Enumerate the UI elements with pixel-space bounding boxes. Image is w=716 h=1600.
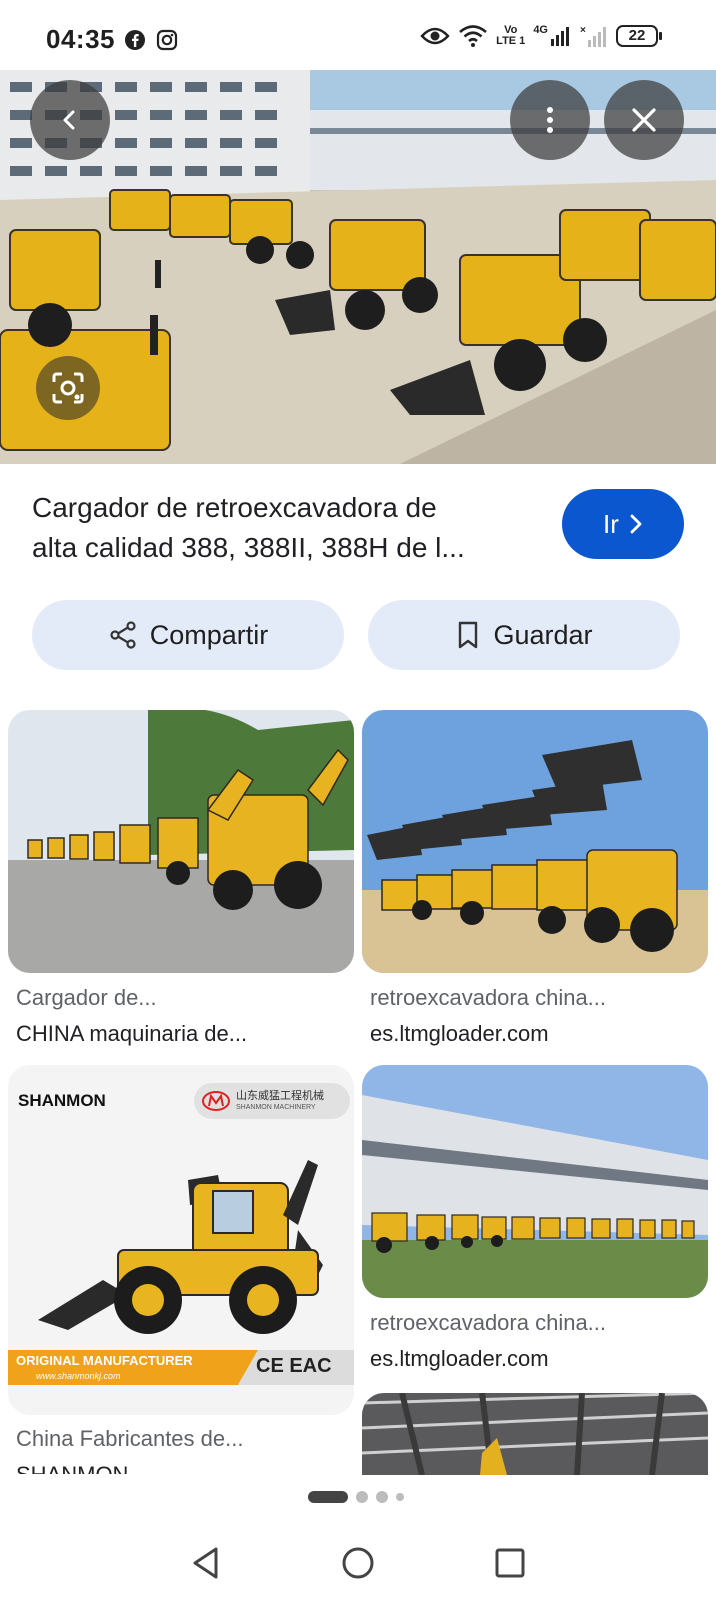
page-dot	[356, 1491, 368, 1503]
related-source-2[interactable]: es.ltmgloader.com	[370, 1021, 549, 1047]
related-title-3[interactable]: China Fabricantes de...	[16, 1426, 243, 1452]
eye-icon	[420, 27, 450, 45]
warehouse-loaders-photo	[362, 1065, 708, 1298]
nav-home-button[interactable]	[333, 1538, 383, 1588]
instagram-icon	[156, 29, 178, 51]
result-title-line2: alta calidad 388, 388II, 388H de l...	[32, 532, 465, 563]
more-options-button[interactable]	[510, 80, 590, 160]
lens-search-button[interactable]	[36, 356, 100, 420]
result-title[interactable]: Cargador de retroexcavadora de alta cali…	[32, 488, 532, 568]
close-icon	[632, 108, 656, 132]
backhoe-row-photo	[8, 710, 354, 973]
related-image-2[interactable]	[362, 710, 708, 973]
signal-2-icon: ×	[580, 25, 606, 47]
chevron-left-icon	[63, 110, 75, 130]
lte-label: LTE 1	[496, 35, 526, 47]
related-source-1[interactable]: CHINA maquinaria de...	[16, 1021, 247, 1047]
certification-marks: CE EAC	[256, 1355, 332, 1377]
more-vert-icon	[547, 107, 553, 133]
page-indicator	[308, 1491, 404, 1503]
status-bar: 04:35 Vo LTE 1 4G × 22	[0, 0, 716, 70]
google-lens-icon	[52, 372, 84, 404]
nav-recents-button[interactable]	[485, 1538, 535, 1588]
battery-indicator: 22	[616, 25, 662, 47]
nav-back-button[interactable]	[181, 1538, 231, 1588]
related-title-2[interactable]: retroexcavadora china...	[370, 985, 606, 1011]
factory-interior-photo	[362, 1393, 708, 1475]
related-source-3[interactable]: SHANMON	[16, 1462, 128, 1474]
save-button[interactable]: Guardar	[368, 600, 680, 670]
related-image-5[interactable]	[362, 1393, 708, 1475]
close-button[interactable]	[604, 80, 684, 160]
facebook-icon	[125, 30, 145, 50]
page-dot	[376, 1491, 388, 1503]
square-recents-icon	[495, 1548, 525, 1578]
triangle-back-icon	[193, 1547, 218, 1579]
circle-home-icon	[342, 1547, 374, 1579]
page-dot-active	[308, 1491, 348, 1503]
banner-text: ORIGINAL MANUFACTURER	[16, 1353, 193, 1368]
save-label: Guardar	[493, 619, 593, 650]
related-image-1[interactable]	[8, 710, 354, 973]
svg-text:×: ×	[580, 25, 586, 36]
signal-strength-icon	[551, 27, 569, 46]
wifi-icon	[459, 25, 488, 47]
page-dot	[396, 1493, 404, 1501]
share-icon	[110, 621, 136, 649]
system-indicators: Vo LTE 1 4G × 22	[420, 24, 662, 48]
loaders-raised-buckets-photo	[362, 710, 708, 973]
result-title-line1: Cargador de retroexcavadora de	[32, 492, 437, 523]
notification-icons	[124, 29, 178, 51]
chevron-right-icon	[630, 514, 642, 534]
hero-image[interactable]	[0, 70, 716, 464]
signal-1: 4G	[533, 25, 572, 47]
banner-url: www.shanmonkj.com	[36, 1371, 121, 1381]
bookmark-icon	[459, 621, 478, 649]
visit-button[interactable]: Ir	[562, 489, 684, 559]
related-title-4[interactable]: retroexcavadora china...	[370, 1310, 606, 1336]
related-image-4[interactable]	[362, 1065, 708, 1298]
related-title-1[interactable]: Cargador de...	[16, 985, 157, 1011]
volte-indicator: Vo LTE 1	[496, 25, 525, 47]
visit-button-label: Ir	[603, 508, 619, 539]
related-image-3[interactable]: SHANMON 山东威猛工程机械 SHANMON MACHINERY ORIGI…	[8, 1065, 354, 1415]
related-source-4[interactable]: es.ltmgloader.com	[370, 1346, 549, 1372]
network-label: 4G	[533, 24, 548, 36]
share-button[interactable]: Compartir	[32, 600, 344, 670]
back-button[interactable]	[30, 80, 110, 160]
status-time: 04:35	[46, 24, 115, 54]
system-navigation-bar	[0, 1530, 716, 1600]
share-label: Compartir	[149, 619, 269, 650]
